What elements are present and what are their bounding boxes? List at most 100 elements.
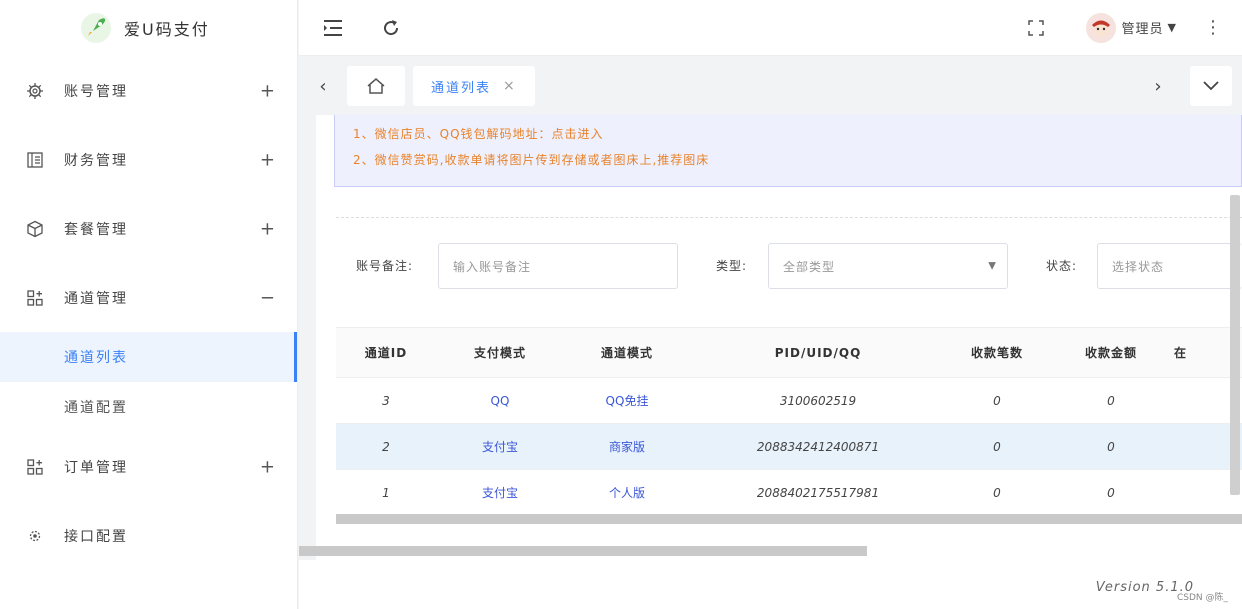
table-row[interactable]: 1 支付宝 个人版 2088402175517981 0 0 bbox=[336, 470, 1242, 516]
sidebar-menu: 账号管理 + 财务管理 + 套餐管理 + 通道管理 − 通道列表 通道配置 订单… bbox=[0, 56, 297, 570]
table-cell: 0 bbox=[1107, 393, 1115, 408]
table-cell[interactable]: QQ免挂 bbox=[564, 392, 690, 409]
remark-label: 账号备注: bbox=[356, 259, 414, 273]
table-cell: 0 bbox=[993, 439, 1001, 454]
caret-down-icon[interactable]: ▼ bbox=[1168, 21, 1176, 34]
table-cell: 0 bbox=[1107, 439, 1115, 454]
tabs-scroll-left-icon[interactable]: ‹ bbox=[299, 65, 347, 107]
gear-icon bbox=[27, 82, 43, 99]
table-cell: 2 bbox=[382, 439, 390, 454]
status-select[interactable]: 选择状态 bbox=[1097, 243, 1242, 289]
logo[interactable]: 爱U码支付 bbox=[0, 0, 297, 56]
sidebar-item-label: 账号管理 bbox=[64, 83, 128, 100]
table-cell: 0 bbox=[993, 393, 1001, 408]
vertical-scrollbar[interactable] bbox=[1230, 195, 1240, 495]
sidebar-item-label: 接口配置 bbox=[64, 528, 128, 545]
sidebar-item-package[interactable]: 套餐管理 + bbox=[0, 194, 297, 263]
column-header[interactable]: 通道ID bbox=[336, 344, 436, 361]
watermark-text: CSDN @陈_ bbox=[1176, 593, 1228, 603]
ledger-icon bbox=[27, 151, 43, 168]
sidebar-item-api-config[interactable]: 接口配置 bbox=[0, 501, 297, 570]
status-select-value: 选择状态 bbox=[1112, 259, 1165, 274]
table-cell[interactable]: 支付宝 bbox=[436, 438, 564, 455]
sidebar-item-finance[interactable]: 财务管理 + bbox=[0, 125, 297, 194]
column-header[interactable]: 收款笔数 bbox=[946, 344, 1048, 361]
main-content: 1、微信店员、QQ钱包解码地址：点击进入 2、微信赞赏码,收款单请将图片传到存储… bbox=[316, 115, 1242, 560]
sidebar: 爱U码支付 账号管理 + 财务管理 + 套餐管理 + 通道管理 − 通道列表 通… bbox=[0, 0, 298, 609]
channel-table: 通道ID 支付模式 通道模式 PID/UID/QQ 收款笔数 收款金额 在 3 … bbox=[336, 327, 1242, 516]
type-select[interactable]: 全部类型 ▼ bbox=[768, 243, 1008, 289]
tab-label: 通道列表 bbox=[431, 80, 492, 96]
remark-input[interactable]: 输入账号备注 bbox=[438, 243, 678, 289]
notice-line: 2、微信赞赏码,收款单请将图片传到存储或者图床上,推荐图床 bbox=[353, 153, 710, 167]
type-select-value: 全部类型 bbox=[783, 259, 836, 274]
sidebar-item-label: 财务管理 bbox=[64, 152, 128, 169]
table-horizontal-scrollbar[interactable] bbox=[336, 514, 1242, 524]
table-row[interactable]: 2 支付宝 商家版 2088342412400871 0 0 bbox=[336, 424, 1242, 470]
sidebar-item-order[interactable]: 订单管理 + bbox=[0, 432, 297, 501]
expand-icon[interactable]: + bbox=[260, 456, 277, 477]
sidebar-item-label: 套餐管理 bbox=[64, 221, 128, 238]
tabs-scroll-right-icon[interactable]: › bbox=[1134, 65, 1182, 107]
sidebar-subitem-label: 通道配置 bbox=[64, 400, 128, 416]
avatar[interactable] bbox=[1085, 12, 1116, 43]
table-cell: 2088402175517981 bbox=[756, 485, 880, 500]
column-header[interactable]: 收款金额 bbox=[1048, 344, 1174, 361]
home-icon bbox=[367, 78, 385, 94]
sidebar-item-channel[interactable]: 通道管理 − bbox=[0, 263, 297, 332]
top-header: 管理员 ▼ ⋮ bbox=[299, 0, 1242, 56]
table-cell: 3 bbox=[382, 393, 390, 408]
sidebar-subitem-channel-config[interactable]: 通道配置 bbox=[0, 382, 297, 432]
refresh-icon[interactable] bbox=[379, 16, 403, 40]
notice-line: 1、微信店员、QQ钱包解码地址：点击进入 bbox=[353, 127, 604, 141]
remark-placeholder: 输入账号备注 bbox=[453, 259, 532, 274]
menu-fold-icon[interactable] bbox=[321, 16, 345, 40]
notice-box: 1、微信店员、QQ钱包解码地址：点击进入 2、微信赞赏码,收款单请将图片传到存储… bbox=[334, 115, 1242, 187]
settings-icon bbox=[29, 530, 41, 541]
sidebar-item-label: 通道管理 bbox=[64, 290, 128, 307]
column-header[interactable]: PID/UID/QQ bbox=[690, 346, 946, 360]
table-header: 通道ID 支付模式 通道模式 PID/UID/QQ 收款笔数 收款金额 在 bbox=[336, 328, 1242, 378]
tabs-menu-button[interactable] bbox=[1190, 66, 1232, 106]
divider bbox=[336, 217, 1242, 218]
rocket-icon bbox=[81, 13, 111, 43]
expand-icon[interactable]: + bbox=[260, 80, 277, 101]
sidebar-subitem-channel-list[interactable]: 通道列表 bbox=[0, 332, 297, 382]
filter-form: 账号备注: 输入账号备注 类型: 全部类型 ▼ 状态: 选择状态 bbox=[336, 243, 1242, 289]
collapse-icon[interactable]: − bbox=[260, 287, 277, 308]
expand-icon[interactable]: + bbox=[260, 149, 277, 170]
caret-down-icon: ▼ bbox=[988, 260, 997, 272]
table-cell[interactable]: 商家版 bbox=[564, 438, 690, 455]
column-header[interactable]: 通道模式 bbox=[564, 344, 690, 361]
app-root: 爱U码支付 账号管理 + 财务管理 + 套餐管理 + 通道管理 − 通道列表 通… bbox=[0, 0, 1242, 609]
table-cell: 1 bbox=[382, 485, 390, 500]
sidebar-item-label: 订单管理 bbox=[64, 459, 128, 476]
tab-channel-list[interactable]: 通道列表 × bbox=[413, 66, 535, 106]
footer: Version 5.1.0 CSDN @陈_ bbox=[299, 560, 1242, 609]
user-name[interactable]: 管理员 bbox=[1122, 18, 1164, 37]
cube-icon bbox=[27, 220, 43, 237]
table-cell: 0 bbox=[993, 485, 1001, 500]
table-cell[interactable]: 个人版 bbox=[564, 484, 690, 501]
tab-home[interactable] bbox=[347, 66, 405, 106]
close-icon[interactable]: × bbox=[503, 78, 517, 94]
table-cell: 3100602519 bbox=[779, 393, 857, 408]
fullscreen-icon[interactable] bbox=[1024, 16, 1048, 40]
table-cell[interactable]: QQ bbox=[436, 394, 564, 408]
table-cell: 0 bbox=[1107, 485, 1115, 500]
sidebar-item-account[interactable]: 账号管理 + bbox=[0, 56, 297, 125]
more-vertical-icon[interactable]: ⋮ bbox=[1204, 17, 1222, 38]
table-cell[interactable]: 支付宝 bbox=[436, 484, 564, 501]
status-label: 状态: bbox=[1046, 259, 1078, 273]
grid-icon bbox=[27, 289, 43, 306]
app-title: 爱U码支付 bbox=[124, 20, 210, 39]
page-horizontal-scrollbar[interactable] bbox=[299, 546, 867, 556]
table-row[interactable]: 3 QQ QQ免挂 3100602519 0 0 bbox=[336, 378, 1242, 424]
grid-icon bbox=[27, 458, 43, 475]
column-header[interactable]: 支付模式 bbox=[436, 344, 564, 361]
chevron-down-icon bbox=[1203, 81, 1219, 91]
type-label: 类型: bbox=[716, 259, 748, 273]
expand-icon[interactable]: + bbox=[260, 218, 277, 239]
tabs-bar: ‹ 通道列表 × › bbox=[299, 57, 1242, 115]
sidebar-subitem-label: 通道列表 bbox=[64, 350, 128, 366]
